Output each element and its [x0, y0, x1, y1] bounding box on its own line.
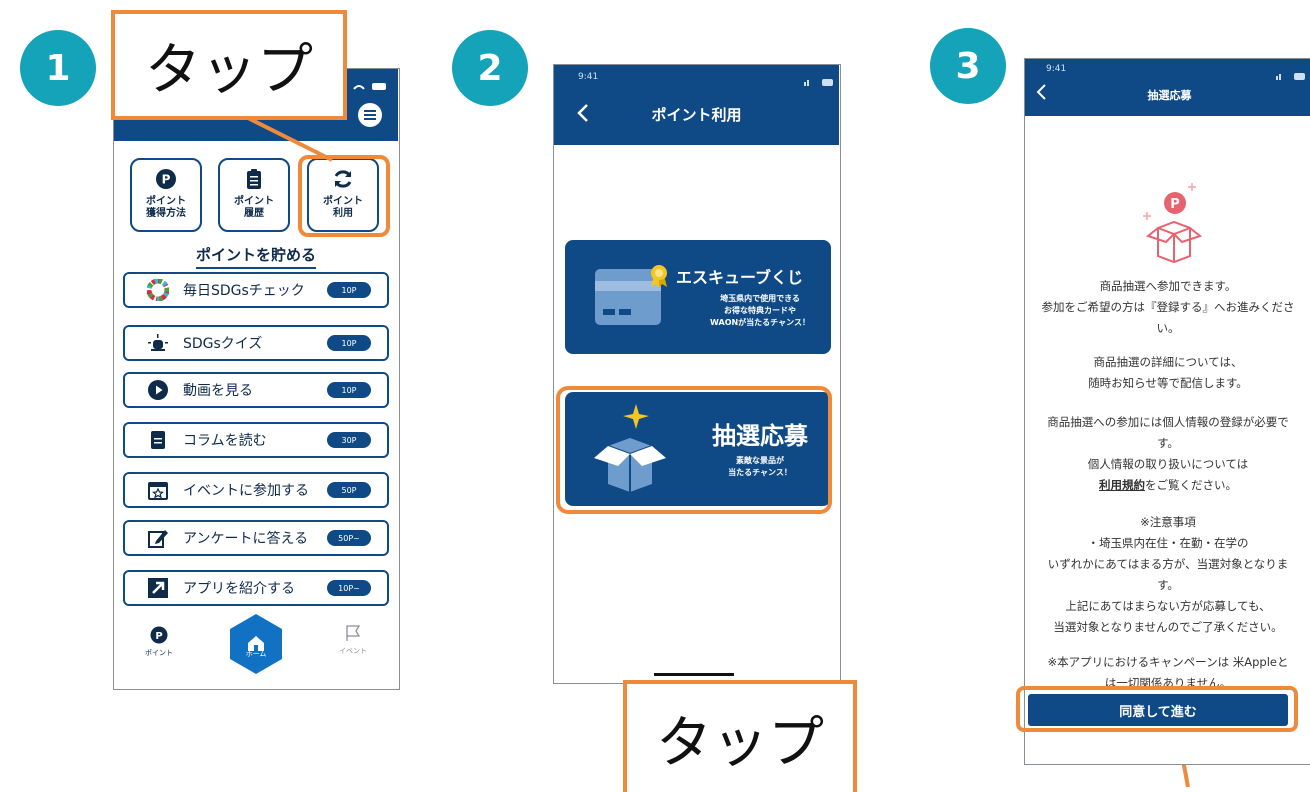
- text-line: ※注意事項: [1140, 515, 1196, 529]
- desc-line: お得な特典カードや: [724, 306, 796, 315]
- text-line: ・埼玉県内在住・在勤・在学の: [1087, 536, 1249, 550]
- text-line: す。: [1157, 578, 1179, 592]
- text-line: ※本アプリにおけるキャンペーンは 米Appleと: [1047, 655, 1289, 669]
- text-line: 商品抽選への参加には個人情報の登録が必要で: [1047, 415, 1289, 429]
- text-line: 随時お知らせ等で配信します。: [1088, 376, 1248, 390]
- page-title: 抽選応募: [1147, 89, 1192, 102]
- tap-highlight-prize-draw: [556, 386, 832, 514]
- terms-line: 利用規約をご覧ください。: [1024, 475, 1310, 496]
- text-line: 上記にあてはまらない方が応募しても、: [1065, 599, 1271, 613]
- text-line: 個人情報の取り扱いについては: [1087, 457, 1249, 471]
- card-icon: [595, 265, 669, 327]
- terms-suffix: をご覧ください。: [1145, 478, 1237, 492]
- tap-highlight-agree: [1016, 686, 1298, 732]
- status-icons: [804, 72, 834, 86]
- text-line: 商品抽選の詳細については、: [1093, 355, 1243, 369]
- notes-paragraph: ※注意事項 ・埼玉県内在住・在勤・在学の いずれかにあてはまる方が、当選対象とな…: [1024, 512, 1310, 638]
- text-line: い。: [1156, 321, 1180, 335]
- text-line: 当選対象となりませんのでご了承ください。: [1053, 620, 1283, 634]
- page-title: ポイント利用: [651, 106, 742, 124]
- desc-line: 埼玉県内で使用できる: [720, 294, 800, 303]
- svg-text:P: P: [1170, 197, 1180, 212]
- tap-callout-step1: タップ: [111, 10, 347, 120]
- intro-paragraph: 商品抽選へ参加できます。 参加をご希望の方は『登録する』へお進みくださ い。: [1024, 276, 1310, 339]
- card-description: 埼玉県内で使用できる お得な特典カードや WAONが当たるチャンス！: [690, 293, 830, 329]
- text-line: いずれかにあてはまる方が、当選対象となりま: [1047, 557, 1289, 571]
- card-title: エスキューブくじ: [676, 268, 804, 287]
- status-time: 9:41: [1046, 64, 1067, 74]
- status-time: 9:41: [578, 72, 599, 82]
- text-line: す。: [1157, 436, 1179, 450]
- text-line: 商品抽選へ参加できます。: [1099, 279, 1237, 293]
- details-paragraph: 商品抽選の詳細については、 随時お知らせ等で配信します。: [1024, 352, 1310, 394]
- terms-link[interactable]: 利用規約: [1099, 478, 1145, 492]
- point-gift-box-icon: P: [1136, 180, 1226, 264]
- home-indicator: [654, 673, 734, 676]
- status-icons: [1276, 66, 1306, 80]
- text-line: 参加をご希望の方は『登録する』へお進みくださ: [1041, 300, 1295, 314]
- tap-callout-step2: タップ: [623, 680, 857, 792]
- phone-2-screen: [553, 64, 841, 684]
- privacy-paragraph: 商品抽選への参加には個人情報の登録が必要で す。 個人情報の取り扱いについては …: [1024, 412, 1310, 496]
- desc-line: WAONが当たるチャンス！: [710, 318, 810, 327]
